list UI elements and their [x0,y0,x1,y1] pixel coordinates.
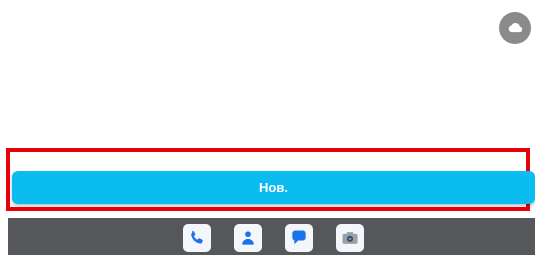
dock-contacts-app[interactable] [234,224,262,252]
cloud-sync-button[interactable] [499,12,531,44]
phone-icon [191,230,203,244]
dock-phone-app[interactable] [183,224,211,252]
dock-camera-app[interactable] [336,224,364,252]
new-button-label: Нов. [259,180,288,195]
messages-icon [292,230,306,245]
new-button[interactable]: Нов. [12,171,535,204]
app-dock [8,218,535,255]
camera-icon [342,232,358,244]
screen: Нов. [0,0,535,255]
dock-messages-app[interactable] [285,224,313,252]
cloud-icon [508,23,523,33]
contacts-icon [242,231,254,245]
